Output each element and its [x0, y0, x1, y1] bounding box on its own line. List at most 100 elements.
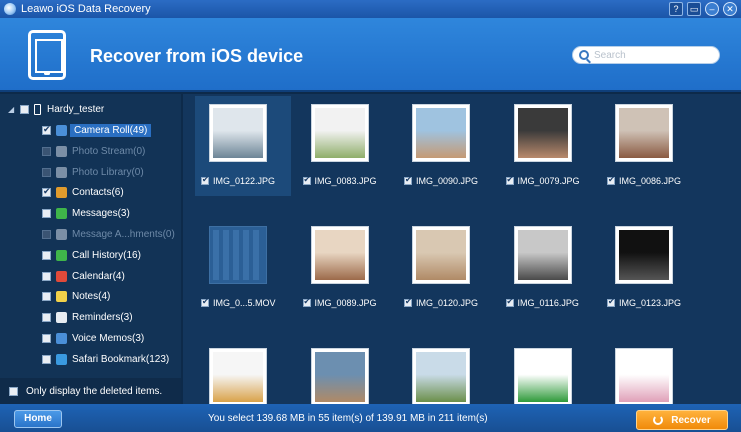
deleted-only-filter[interactable]: Only display the deleted items.	[0, 378, 181, 404]
thumbnail-caption: IMG_0...5.MOV	[201, 297, 276, 308]
thumbnail-checkbox[interactable]	[607, 175, 615, 185]
sidebar-item[interactable]: Safari Bookmark(123)	[0, 350, 181, 369]
photo-thumbnail[interactable]	[297, 340, 393, 404]
photo-thumbnail[interactable]: IMG_0086.JPG	[601, 96, 697, 196]
thumbnail-image[interactable]	[412, 348, 470, 404]
device-name: Hardy_tester	[47, 104, 105, 115]
sidebar-item-checkbox[interactable]	[42, 209, 51, 219]
search-input[interactable]	[594, 49, 714, 61]
thumbnail-checkbox[interactable]	[404, 175, 412, 185]
sidebar-item-checkbox[interactable]	[42, 292, 51, 302]
sidebar-item-checkbox[interactable]	[42, 354, 51, 364]
photo-preview	[416, 230, 466, 280]
collapse-triangle-icon[interactable]: ◢	[8, 105, 20, 114]
photo-thumbnail[interactable]: IMG_0122.JPG	[195, 96, 291, 196]
sidebar-item-checkbox[interactable]	[42, 146, 51, 156]
thumbnail-image[interactable]	[615, 348, 673, 404]
photo-thumbnail[interactable]: IMG_0123.JPG	[601, 218, 697, 318]
thumbnail-image[interactable]	[209, 348, 267, 404]
sidebar-item[interactable]: Reminders(3)	[0, 308, 181, 327]
title-bar: Leawo iOS Data Recovery ? ▭ – ✕	[0, 0, 741, 18]
photo-preview	[619, 230, 669, 280]
photo-thumbnail[interactable]	[195, 340, 291, 404]
thumbnail-checkbox[interactable]	[505, 175, 514, 185]
photo-thumbnail[interactable]: IMG_0090.JPG	[398, 96, 494, 196]
thumbnail-checkbox[interactable]	[201, 175, 209, 185]
thumbnail-image[interactable]	[310, 104, 369, 162]
sidebar-item[interactable]: Photo Stream(0)	[0, 142, 181, 161]
device-node[interactable]: ◢ Hardy_tester	[0, 100, 181, 119]
thumbnail-image[interactable]	[615, 104, 673, 162]
photo-thumbnail[interactable]: IMG_0116.JPG	[500, 218, 596, 318]
thumbnail-image[interactable]	[310, 226, 369, 284]
sidebar-item[interactable]: Notes(4)	[0, 287, 181, 306]
thumbnail-image[interactable]	[412, 226, 470, 284]
home-button[interactable]: Home	[14, 410, 62, 428]
photo-thumbnail[interactable]: IMG_0083.JPG	[297, 96, 393, 196]
deleted-only-label: Only display the deleted items.	[26, 385, 163, 397]
sidebar-item[interactable]: Calendar(4)	[0, 267, 181, 286]
close-button[interactable]: ✕	[723, 2, 737, 16]
sidebar-item-checkbox[interactable]	[42, 167, 51, 177]
deleted-only-checkbox[interactable]	[9, 386, 18, 396]
thumbnail-checkbox[interactable]	[302, 297, 311, 307]
thumbnail-image[interactable]	[513, 348, 572, 404]
file-name: IMG_0...5.MOV	[213, 298, 276, 308]
sidebar-item-label: Safari Bookmark(123)	[72, 353, 170, 365]
sidebar-item-checkbox[interactable]	[42, 250, 51, 260]
thumbnail-checkbox[interactable]	[404, 297, 412, 307]
sidebar-item[interactable]: Voice Memos(3)	[0, 329, 181, 348]
thumbnail-image[interactable]	[209, 226, 267, 284]
feedback-button[interactable]: ▭	[687, 2, 701, 16]
ipad-icon	[28, 30, 66, 80]
sidebar-item-checkbox[interactable]	[42, 230, 51, 239]
sidebar-item-label: Voice Memos(3)	[72, 333, 145, 344]
search-box[interactable]	[572, 46, 720, 64]
sidebar-item[interactable]: Message A...hments(0)	[0, 225, 181, 244]
thumbnail-image[interactable]	[310, 348, 369, 404]
sidebar-item[interactable]: Call History(16)	[0, 246, 181, 265]
sidebar-item-label: Notes(4)	[72, 291, 111, 303]
photo-thumbnail[interactable]	[500, 340, 596, 404]
photo-preview	[314, 108, 365, 158]
thumbnail-image[interactable]	[209, 104, 267, 162]
selection-summary: You select 139.68 MB in 55 item(s) of 13…	[208, 413, 488, 424]
sidebar-item-checkbox[interactable]	[42, 271, 51, 281]
sidebar-item-label: Messages(3)	[72, 208, 130, 220]
message-attachments-icon	[56, 229, 67, 240]
recover-button[interactable]: Recover	[636, 410, 728, 430]
help-button[interactable]: ?	[669, 2, 683, 16]
device-checkbox[interactable]	[20, 105, 29, 114]
sidebar-item[interactable]: Messages(3)	[0, 204, 181, 223]
thumbnail-image[interactable]	[615, 226, 673, 284]
sidebar-item-checkbox[interactable]	[42, 124, 51, 135]
photo-stream-icon	[56, 145, 67, 157]
thumbnail-checkbox[interactable]	[302, 175, 311, 185]
sidebar-item[interactable]: Camera Roll(49)	[0, 121, 181, 140]
photo-thumbnail[interactable]	[601, 340, 697, 404]
thumbnail-image[interactable]	[513, 104, 572, 162]
thumbnail-image[interactable]	[412, 104, 470, 162]
iphone-icon	[34, 104, 41, 115]
file-name: IMG_0089.JPG	[314, 298, 377, 308]
sidebar-item[interactable]: Contacts(6)	[0, 183, 181, 202]
thumbnail-image[interactable]	[513, 226, 572, 284]
photo-preview	[517, 108, 568, 158]
contacts-icon	[56, 187, 67, 199]
thumbnail-checkbox[interactable]	[505, 297, 514, 307]
photo-thumbnail[interactable]: IMG_0120.JPG	[398, 218, 494, 318]
photo-thumbnail[interactable]: IMG_0079.JPG	[500, 96, 596, 196]
sidebar-item-checkbox[interactable]	[42, 334, 51, 343]
sidebar-item-checkbox[interactable]	[42, 313, 51, 323]
sidebar-item-label: Photo Stream(0)	[72, 145, 146, 157]
photo-thumbnail[interactable]: IMG_0089.JPG	[297, 218, 393, 318]
thumbnail-checkbox[interactable]	[607, 297, 615, 307]
video-thumbnail[interactable]: IMG_0...5.MOV	[195, 218, 291, 318]
thumbnail-checkbox[interactable]	[201, 297, 209, 307]
sidebar-item-checkbox[interactable]	[42, 186, 51, 198]
thumbnail-caption: IMG_0090.JPG	[404, 175, 478, 186]
photo-thumbnail[interactable]	[398, 340, 494, 404]
sidebar-item[interactable]: Photo Library(0)	[0, 163, 181, 182]
minimize-button[interactable]: –	[705, 2, 719, 16]
thumbnail-caption: IMG_0116.JPG	[505, 297, 579, 308]
